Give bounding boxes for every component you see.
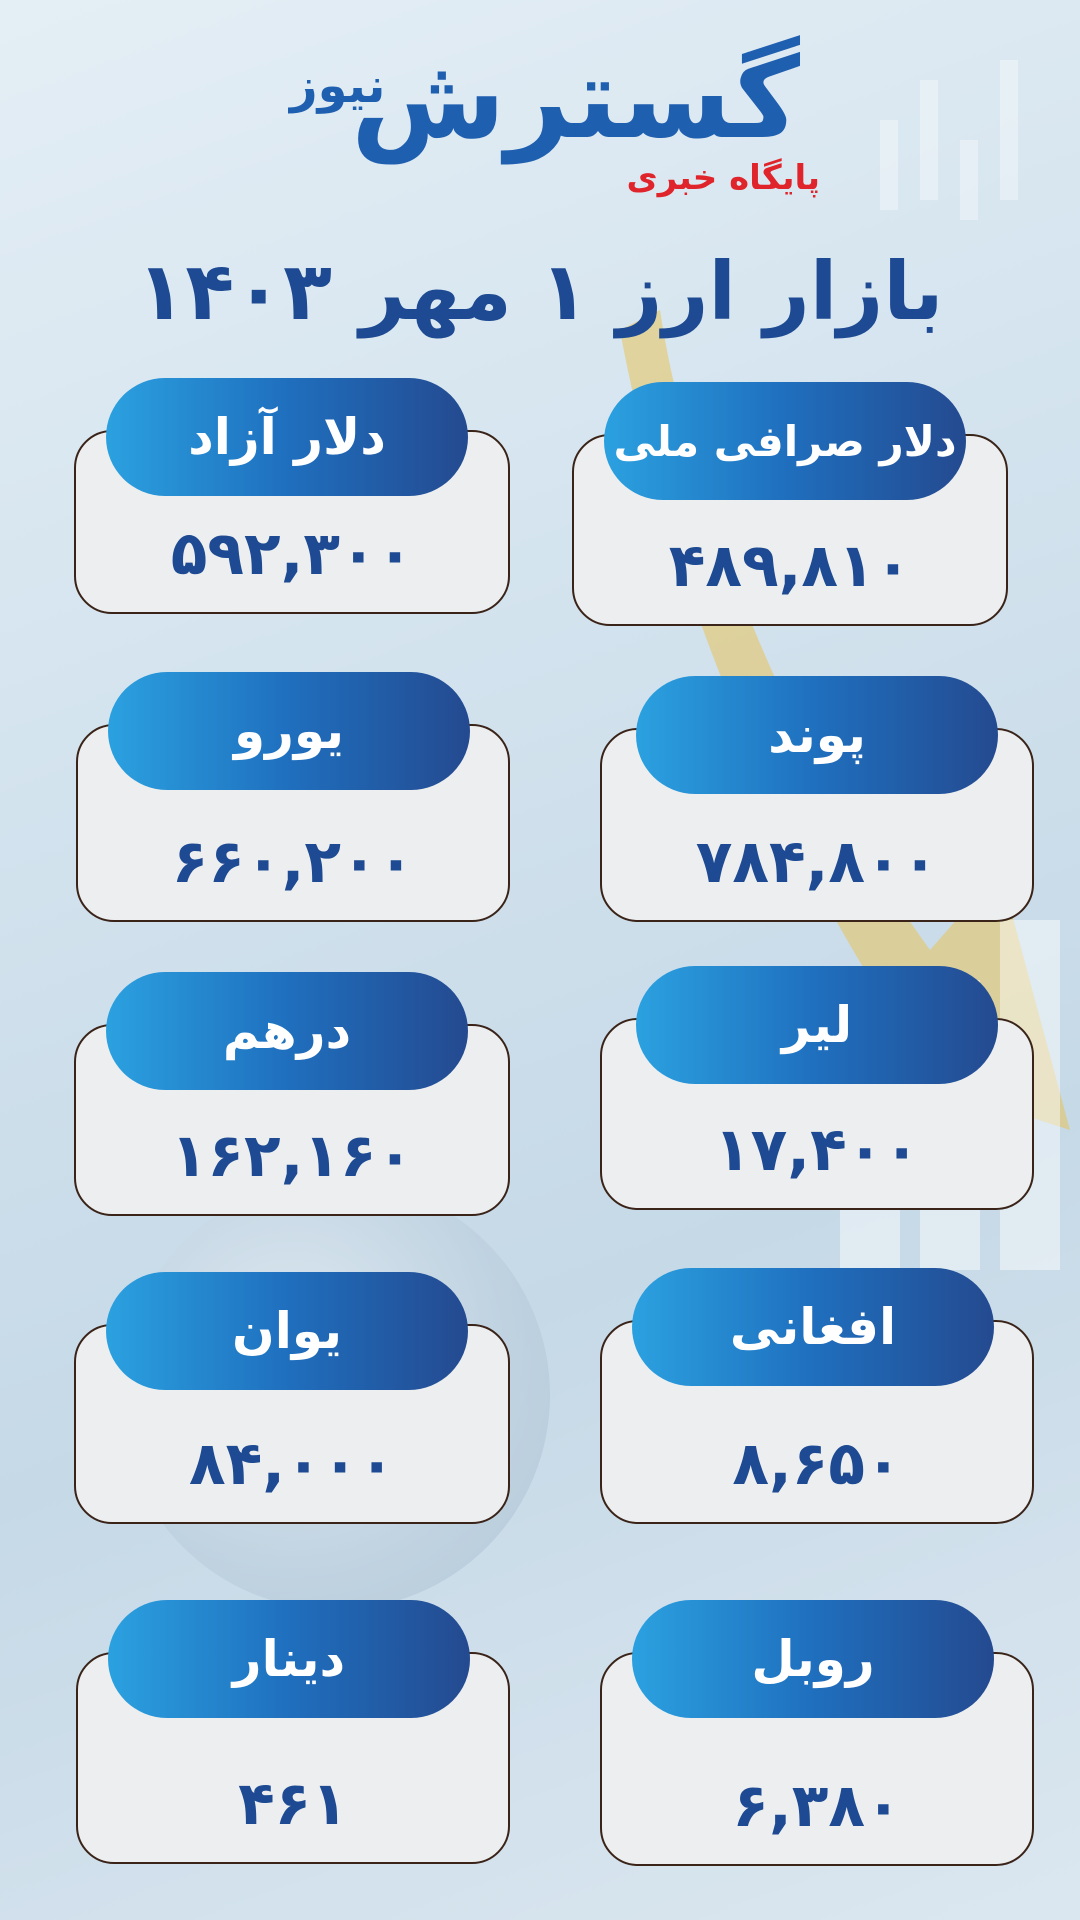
card-value: ۶۶۰,۲۰۰ (171, 827, 415, 897)
rate-card-afghani: افغانی ۸,۶۵۰ (600, 1268, 1034, 1524)
rate-card-ruble: روبل ۶,۳۸۰ (600, 1600, 1034, 1866)
brand-logo: گسترش نیوز پایگاه خبری (290, 34, 830, 210)
card-label: لیر (636, 966, 998, 1084)
card-value: ۴۸۹,۸۱۰ (668, 531, 912, 601)
card-label: دلار آزاد (106, 378, 468, 496)
card-value: ۸۴,۰۰۰ (189, 1429, 395, 1499)
rate-card-yuan: یوان ۸۴,۰۰۰ (74, 1272, 510, 1524)
rate-card-euro: یورو ۶۶۰,۲۰۰ (76, 672, 510, 922)
rate-card-free-dollar: دلار آزاد ۵۹۲,۳۰۰ (74, 378, 510, 614)
card-value: ۵۹۲,۳۰۰ (170, 519, 414, 589)
card-label: دینار (108, 1600, 470, 1718)
rate-card-pound: پوند ۷۸۴,۸۰۰ (600, 676, 1034, 922)
card-value: ۱۷,۴۰۰ (714, 1115, 920, 1185)
card-label: یورو (108, 672, 470, 790)
logo-small-text: نیوز (290, 58, 386, 114)
page-title: بازار ارز ۱ مهر ۱۴۰۳ (136, 245, 944, 338)
card-label: افغانی (632, 1268, 994, 1386)
rate-card-lira: لیر ۱۷,۴۰۰ (600, 966, 1034, 1210)
card-value: ۶,۳۸۰ (732, 1771, 902, 1841)
card-label: درهم (106, 972, 468, 1090)
rate-card-dirham: درهم ۱۶۲,۱۶۰ (74, 972, 510, 1216)
card-label: روبل (632, 1600, 994, 1718)
rate-card-dinar: دینار ۴۶۱ (76, 1600, 510, 1864)
logo-main-text: گسترش (350, 34, 804, 164)
card-value: ۱۶۲,۱۶۰ (170, 1121, 414, 1191)
card-label: پوند (636, 676, 998, 794)
rate-card-national-exchange-dollar: دلار صرافی ملی ۴۸۹,۸۱۰ (572, 382, 1008, 626)
logo-tagline: پایگاه خبری (626, 158, 820, 198)
card-value: ۷۸۴,۸۰۰ (695, 827, 939, 897)
card-label: یوان (106, 1272, 468, 1390)
card-label: دلار صرافی ملی (604, 382, 966, 500)
card-value: ۴۶۱ (238, 1769, 348, 1839)
card-value: ۸,۶۵۰ (732, 1429, 902, 1499)
